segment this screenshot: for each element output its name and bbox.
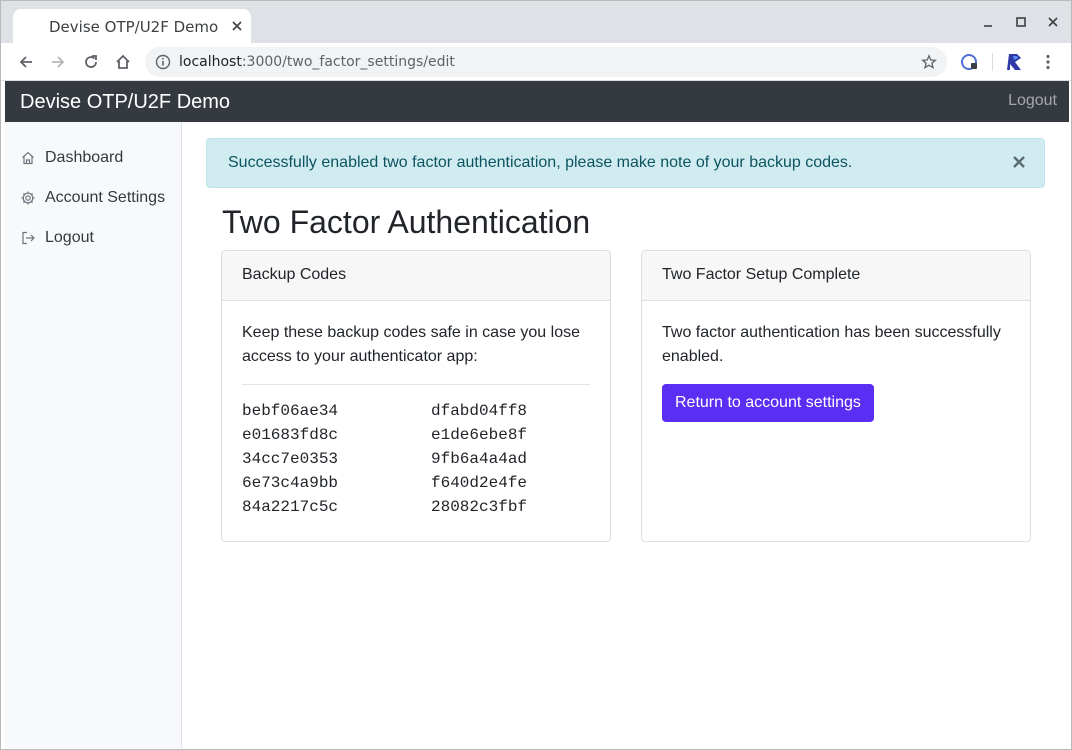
url-text[interactable]: localhost:3000/two_factor_settings/edit [179,54,455,70]
logout-icon [22,231,35,245]
info-icon[interactable] [155,54,171,70]
close-tab-icon[interactable] [229,18,245,34]
page-title: Two Factor Authentication [222,204,591,240]
sidebar-item-label: Logout [45,229,94,246]
sidebar-item-logout[interactable]: Logout [20,226,94,250]
browser-window: Devise OTP/U2F Demo localhost:3000/two_f… [0,0,1072,750]
success-alert: Successfully enabled two factor authenti… [206,138,1045,188]
home-icon [22,151,34,165]
back-icon[interactable] [16,52,36,72]
backup-code: 9fb6a4a4ad [431,450,528,468]
navbar-logout-link[interactable]: Logout [1008,92,1057,110]
brand-link[interactable]: Devise OTP/U2F Demo [20,91,230,114]
card-title: Two Factor Setup Complete [662,266,861,283]
sidebar-item-dashboard[interactable]: Dashboard [20,146,123,170]
url-path: :3000/two_factor_settings/edit [241,54,455,70]
reload-icon[interactable] [81,52,101,72]
backup-code: f640d2e4fe [431,474,528,492]
backup-code: bebf06ae34 [242,402,339,420]
tab-title: Devise OTP/U2F Demo [49,18,219,36]
browser-tab[interactable]: Devise OTP/U2F Demo [13,9,251,43]
menu-kebab-icon[interactable] [1038,52,1058,72]
backup-code: dfabd04ff8 [431,402,528,420]
gear-icon [21,191,35,205]
tab-strip: Devise OTP/U2F Demo [1,1,1071,43]
setup-complete-card: Two Factor Setup Complete Two factor aut… [641,250,1031,542]
divider [242,384,590,385]
card-title: Backup Codes [242,266,347,283]
card-header: Two Factor Setup Complete [642,251,1030,301]
sidebar-item-account-settings[interactable]: Account Settings [20,186,165,210]
home-icon[interactable] [113,52,133,72]
close-window-icon[interactable] [1044,13,1062,31]
backup-code: e01683fd8c [242,426,339,444]
close-icon[interactable] [1012,155,1026,169]
sidebar-item-label: Account Settings [45,189,166,206]
backup-codes-card: Backup Codes Keep these backup codes saf… [221,250,611,542]
extension-icon[interactable] [960,52,980,72]
toolbar-separator [992,53,993,71]
minimize-icon[interactable] [979,13,997,31]
sidebar: Dashboard Account Settings Logout [5,122,182,748]
backup-code: 28082c3fbf [431,498,528,516]
profile-avatar-icon[interactable] [1003,50,1027,74]
url-host: localhost [179,54,242,70]
address-bar[interactable]: localhost:3000/two_factor_settings/edit [145,47,947,77]
backup-code: 34cc7e0353 [242,450,339,468]
backup-code: 6e73c4a9bb [242,474,339,492]
forward-icon[interactable] [48,52,68,72]
setup-complete-text: Two factor authentication has been succe… [662,324,1001,365]
return-to-account-settings-button[interactable]: Return to account settings [662,384,874,422]
backup-code: 84a2217c5c [242,498,339,516]
card-header: Backup Codes [222,251,610,301]
backup-code: e1de6ebe8f [431,426,528,444]
bookmark-star-icon[interactable] [921,54,937,70]
sidebar-item-label: Dashboard [45,149,124,166]
backup-codes-intro: Keep these backup codes safe in case you… [242,324,580,365]
maximize-icon[interactable] [1012,13,1030,31]
app-navbar: Devise OTP/U2F Demo Logout [5,81,1069,122]
alert-message: Successfully enabled two factor authenti… [228,154,853,171]
browser-toolbar: localhost:3000/two_factor_settings/edit [1,43,1071,81]
